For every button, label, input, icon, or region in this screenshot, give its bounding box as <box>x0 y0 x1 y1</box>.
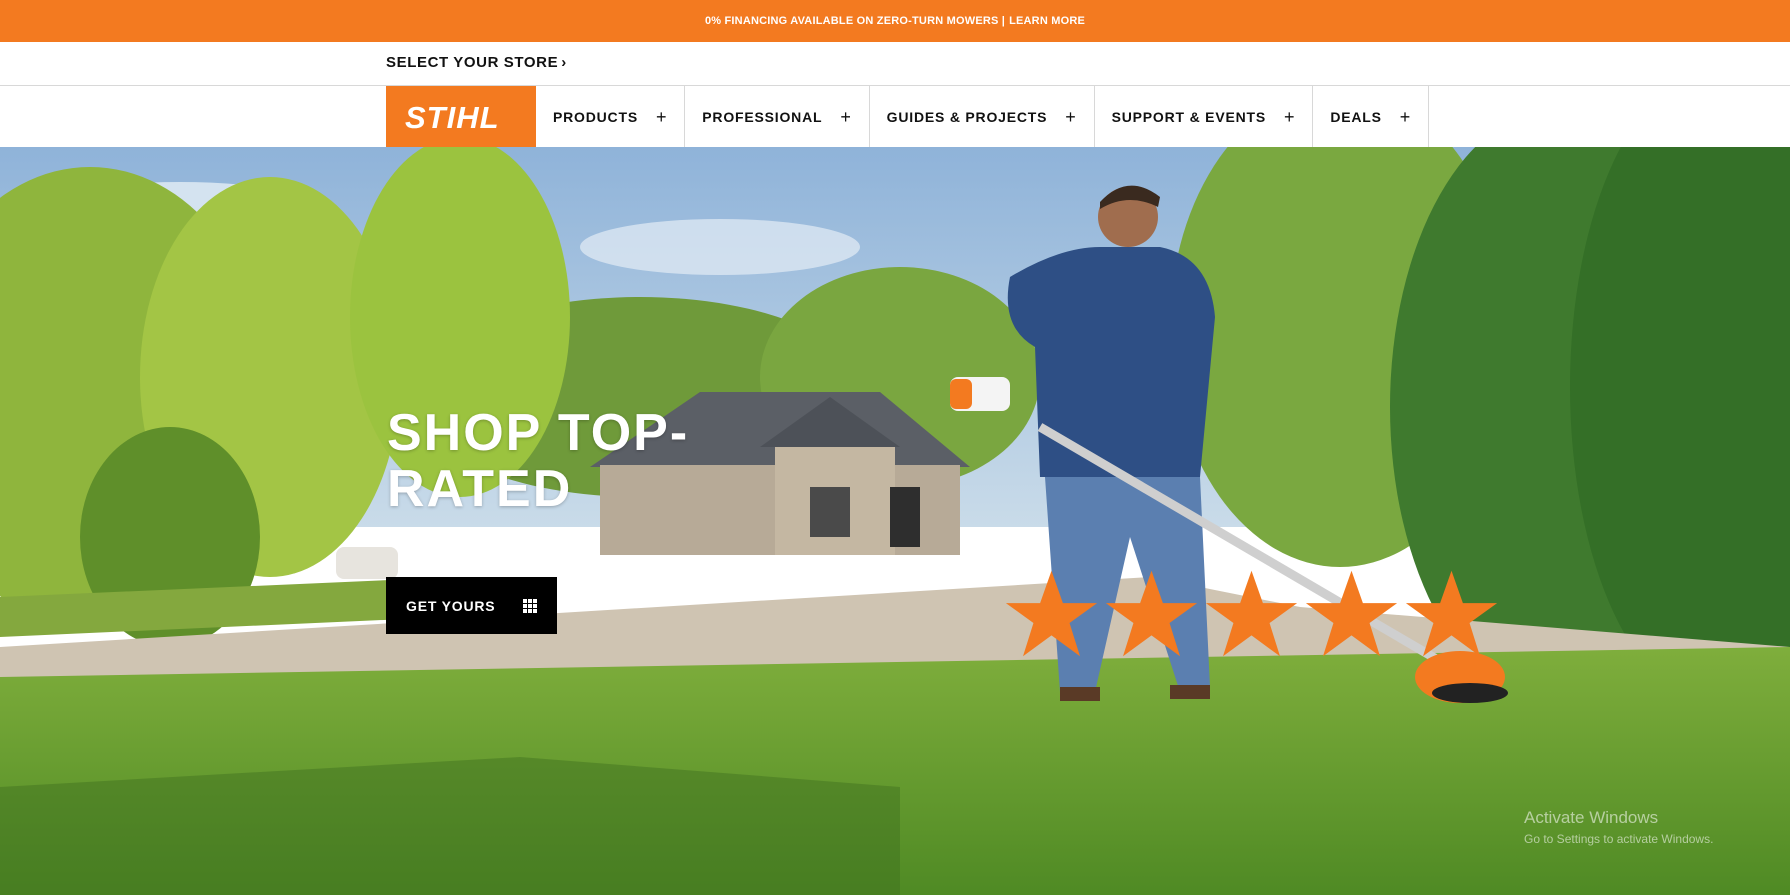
nav-item-label: SUPPORT & EVENTS <box>1111 108 1266 125</box>
main-nav: STIHL PRODUCTS + PROFESSIONAL + GUIDES &… <box>0 86 1790 148</box>
nav-item-products[interactable]: PRODUCTS + <box>536 86 686 147</box>
promo-text: 0% FINANCING AVAILABLE ON ZERO-TURN MOWE… <box>704 15 1006 27</box>
plus-icon: + <box>1284 106 1296 127</box>
store-bar: SELECT YOUR STORE › <box>0 42 1790 86</box>
hero-banner: SHOP TOP- RATED GET YOURS Activate Windo… <box>0 147 1790 895</box>
star-icon <box>1105 570 1198 657</box>
star-icon <box>1305 570 1398 657</box>
learn-more-link[interactable]: LEARN MORE <box>1009 15 1085 27</box>
cta-label: GET YOURS <box>406 597 496 614</box>
hero-headline-line2: RATED <box>387 460 573 518</box>
stihl-logo[interactable]: STIHL <box>386 86 536 147</box>
promo-banner[interactable]: 0% FINANCING AVAILABLE ON ZERO-TURN MOWE… <box>0 0 1790 42</box>
activate-windows-watermark: Activate Windows Go to Settings to activ… <box>1524 808 1713 846</box>
watermark-subtitle: Go to Settings to activate Windows. <box>1524 832 1714 846</box>
get-yours-button[interactable]: GET YOURS <box>386 577 557 634</box>
star-rating <box>1004 567 1499 662</box>
hero-image <box>0 147 1790 895</box>
watermark-title: Activate Windows <box>1524 808 1659 827</box>
star-icon <box>1405 570 1498 657</box>
nav-item-label: GUIDES & PROJECTS <box>886 108 1048 125</box>
plus-icon: + <box>1065 106 1077 127</box>
headline-underline <box>390 530 436 536</box>
plus-icon: + <box>840 106 852 127</box>
hero-headline: SHOP TOP- RATED <box>387 405 787 517</box>
nav-item-label: PROFESSIONAL <box>702 108 823 125</box>
nav-item-professional[interactable]: PROFESSIONAL + <box>685 86 870 147</box>
nav-item-deals[interactable]: DEALS + <box>1313 86 1430 147</box>
star-icon <box>1205 570 1298 657</box>
logo-text: STIHL <box>405 102 500 132</box>
nav-item-guides-projects[interactable]: GUIDES & PROJECTS + <box>870 86 1095 147</box>
plus-icon: + <box>655 106 668 127</box>
stihl-logo-mark: STIHL <box>405 102 500 132</box>
hero-headline-line1: SHOP TOP- <box>387 404 690 462</box>
grid-icon <box>523 599 537 613</box>
nav-item-label: PRODUCTS <box>553 108 638 125</box>
nav-menu: PRODUCTS + PROFESSIONAL + GUIDES & PROJE… <box>536 86 1430 147</box>
nav-item-label: DEALS <box>1330 108 1382 125</box>
select-store-label: SELECT YOUR STORE <box>386 54 559 71</box>
plus-icon: + <box>1399 106 1412 127</box>
star-icon <box>1005 570 1098 657</box>
chevron-right-icon: › <box>561 54 567 71</box>
nav-item-support-events[interactable]: SUPPORT & EVENTS + <box>1095 86 1314 147</box>
select-store-button[interactable]: SELECT YOUR STORE › <box>386 54 567 71</box>
